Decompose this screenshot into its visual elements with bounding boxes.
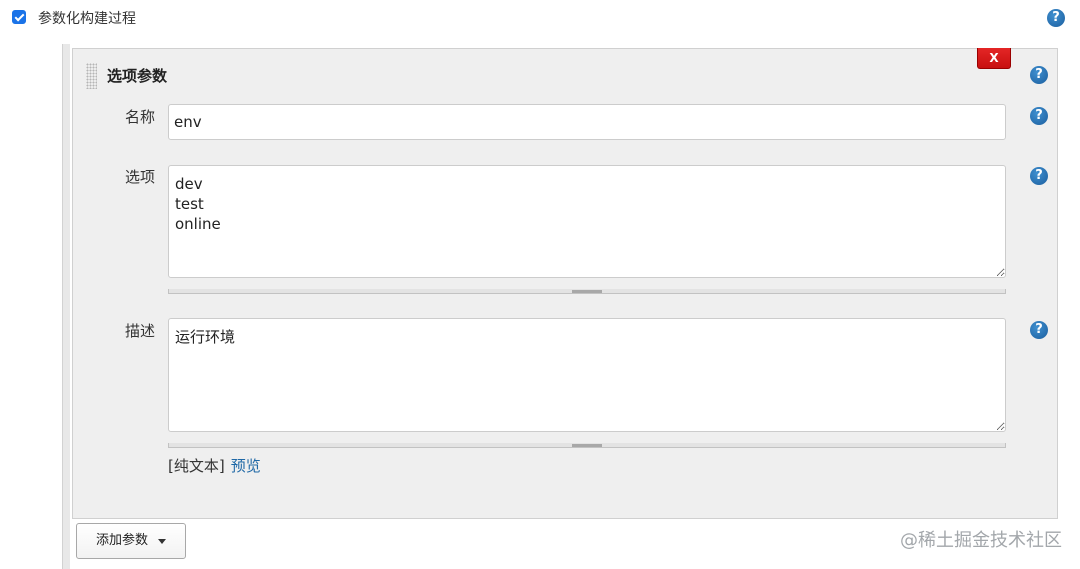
plain-text-format-label: [纯文本] bbox=[168, 457, 225, 475]
parameter-title: 选项参数 bbox=[107, 67, 168, 85]
help-icon[interactable]: ? bbox=[1030, 66, 1048, 84]
description-label: 描述 bbox=[124, 322, 155, 340]
add-parameter-label: 添加参数 bbox=[96, 533, 149, 548]
name-input[interactable] bbox=[168, 104, 1006, 140]
add-parameter-button[interactable]: 添加参数 bbox=[76, 523, 186, 559]
section-title: 参数化构建过程 bbox=[38, 11, 136, 27]
drag-handle-icon[interactable] bbox=[86, 63, 97, 89]
description-format: [纯文本] 预览 bbox=[168, 456, 261, 476]
caret-down-icon bbox=[158, 539, 166, 544]
watermark: @稀土掘金技术社区 bbox=[900, 530, 1062, 551]
delete-parameter-button[interactable]: X bbox=[977, 48, 1011, 69]
help-icon[interactable]: ? bbox=[1030, 167, 1048, 185]
help-icon[interactable]: ? bbox=[1030, 107, 1048, 125]
help-icon[interactable]: ? bbox=[1030, 321, 1048, 339]
description-resize-handle[interactable] bbox=[572, 444, 602, 447]
block-indent-bar bbox=[62, 44, 70, 569]
choices-textarea[interactable]: dev test online bbox=[168, 165, 1006, 278]
name-label: 名称 bbox=[124, 108, 155, 126]
choices-label: 选项 bbox=[124, 168, 155, 186]
page: 参数化构建过程 ? 选项参数 X ? 名称 ? 选项 dev test onli… bbox=[0, 0, 1080, 569]
preview-link[interactable]: 预览 bbox=[231, 457, 261, 475]
choice-parameter-panel: 选项参数 X ? 名称 ? 选项 dev test online ? 描述 运行… bbox=[72, 48, 1058, 519]
description-textarea[interactable]: 运行环境 bbox=[168, 318, 1006, 432]
help-icon[interactable]: ? bbox=[1047, 9, 1065, 27]
parameterized-build-checkbox[interactable] bbox=[12, 10, 26, 24]
choices-resize-handle[interactable] bbox=[572, 290, 602, 293]
